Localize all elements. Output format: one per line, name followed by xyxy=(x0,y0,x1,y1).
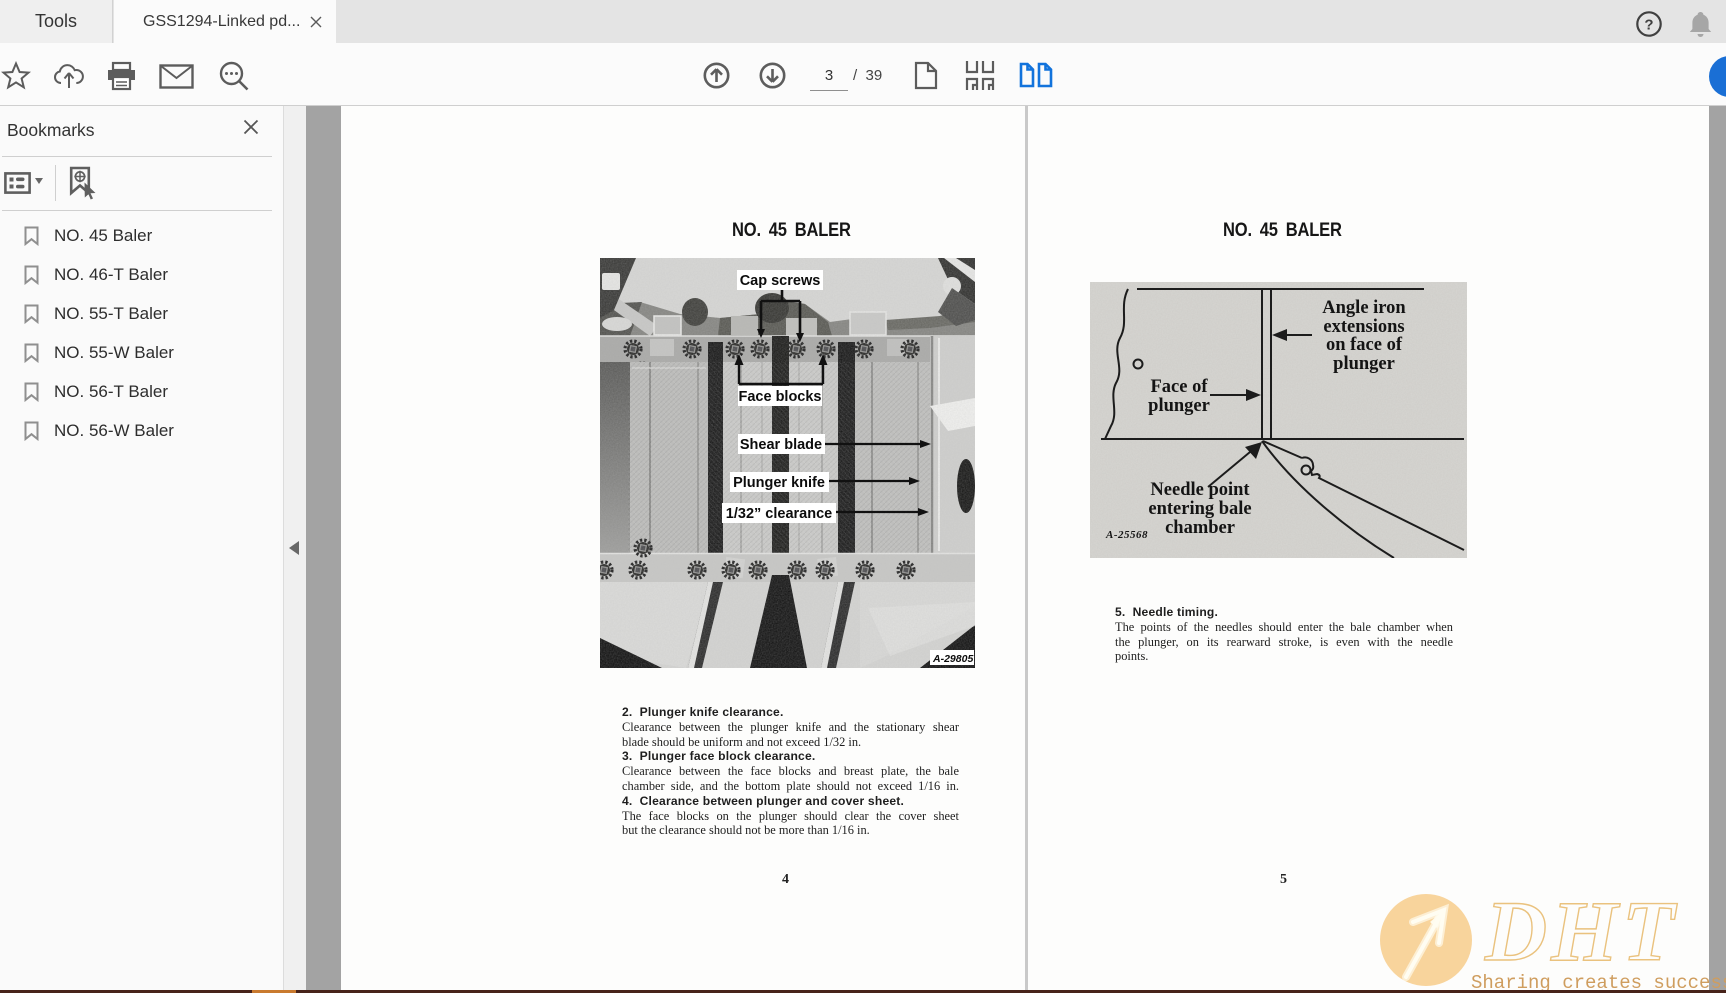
svg-text:A-29805: A-29805 xyxy=(932,653,973,665)
svg-text:Angle iron: Angle iron xyxy=(1322,298,1406,318)
svg-text:plunger: plunger xyxy=(1333,354,1395,374)
svg-text:Face blocks: Face blocks xyxy=(738,389,821,405)
svg-text:Plunger knife: Plunger knife xyxy=(733,475,825,491)
svg-text:chamber: chamber xyxy=(1165,518,1235,538)
svg-text:DHT: DHT xyxy=(1484,883,1679,979)
svg-text:1/32” clearance: 1/32” clearance xyxy=(726,506,832,522)
svg-text:on face of: on face of xyxy=(1326,335,1403,355)
svg-text:Shear blade: Shear blade xyxy=(740,437,822,453)
svg-text:extensions: extensions xyxy=(1323,317,1404,337)
svg-text:Needle point: Needle point xyxy=(1150,480,1250,500)
svg-text:?: ? xyxy=(1644,17,1653,34)
svg-text:plunger: plunger xyxy=(1148,396,1210,416)
svg-text:A-25568: A-25568 xyxy=(1105,529,1148,541)
svg-text:Face of: Face of xyxy=(1150,377,1208,397)
svg-text:Cap screws: Cap screws xyxy=(740,273,821,289)
svg-text:entering bale: entering bale xyxy=(1148,499,1251,519)
